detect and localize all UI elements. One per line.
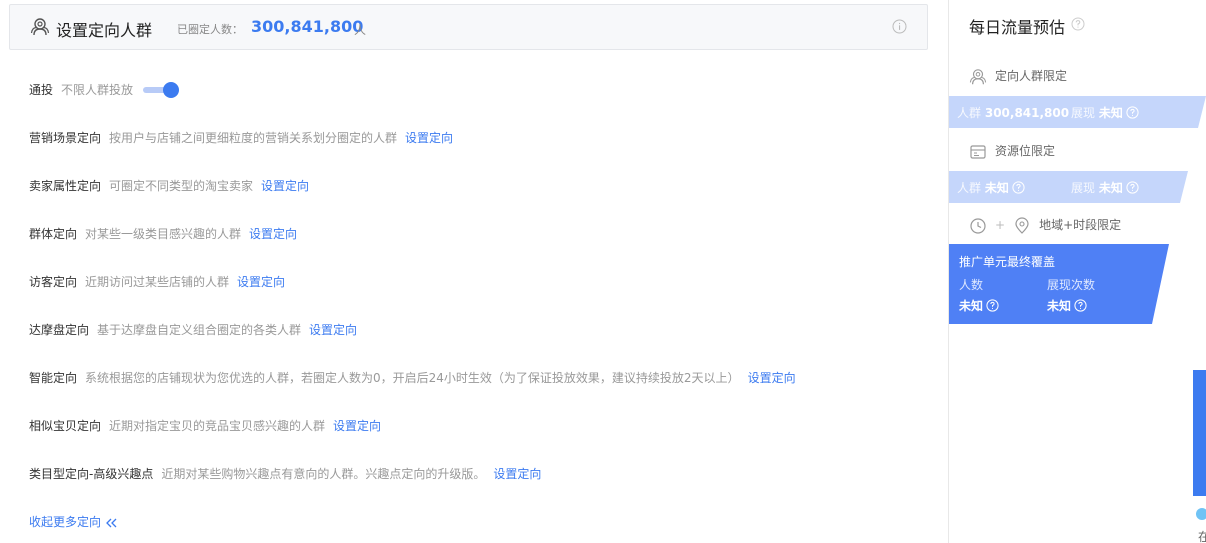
set-target-link[interactable]: 设置定向 — [261, 179, 309, 193]
target-label: 营销场景定向 — [29, 131, 102, 145]
target-row: 相似宝贝定向 近期对指定宝贝的竞品宝贝感兴趣的人群 设置定向 — [29, 417, 381, 435]
help-icon[interactable] — [1126, 106, 1139, 119]
crowd-limit-item: 定向人群限定 — [969, 67, 1067, 85]
target-label: 卖家属性定向 — [29, 179, 102, 193]
set-target-link[interactable]: 设置定向 — [748, 371, 796, 385]
general-delivery-label: 通投 — [29, 83, 54, 97]
target-row: 智能定向 系统根据您的店铺现状为您优选的人群，若圈定人数为0，开启后24小时生效（… — [29, 369, 796, 387]
target-desc: 可圈定不同类型的淘宝卖家 — [109, 179, 254, 193]
help-icon[interactable] — [1126, 181, 1139, 194]
crowd-show-value: 未知 — [1098, 106, 1123, 120]
resource-show-value: 未知 — [1098, 181, 1123, 195]
final-coverage-title: 推广单元最终覆盖 — [959, 255, 1056, 269]
help-icon[interactable] — [986, 299, 999, 312]
set-target-link[interactable]: 设置定向 — [493, 467, 541, 481]
target-label: 群体定向 — [29, 227, 78, 241]
target-row: 群体定向 对某些一级类目感兴趣的人群 设置定向 — [29, 225, 297, 243]
set-target-link[interactable]: 设置定向 — [249, 227, 297, 241]
target-desc: 近期访问过某些店铺的人群 — [85, 275, 230, 289]
set-target-link[interactable]: 设置定向 — [237, 275, 285, 289]
page-title: 设置定向人群 — [56, 21, 153, 40]
set-target-link[interactable]: 设置定向 — [405, 131, 453, 145]
calendar-icon — [970, 144, 986, 159]
plus-sign: + — [995, 218, 1006, 232]
target-desc: 按用户与店铺之间更细粒度的营销关系划分圈定的人群 — [109, 131, 398, 145]
final-people-key: 人数 — [959, 278, 984, 292]
target-row: 访客定向 近期访问过某些店铺的人群 设置定向 — [29, 273, 285, 291]
side-float-text: 在 — [1198, 530, 1206, 543]
location-pin-icon — [1015, 216, 1029, 234]
target-row: 营销场景定向 按用户与店铺之间更细粒度的营销关系划分圈定的人群 设置定向 — [29, 129, 453, 147]
help-icon[interactable] — [1074, 299, 1087, 312]
target-label: 达摩盘定向 — [29, 323, 90, 337]
chat-bubble-icon[interactable] — [1196, 508, 1206, 520]
general-delivery-desc: 不限人群投放 — [61, 83, 134, 97]
targeting-header: 设置定向人群 已圈定人数： 300,841,800 人 — [9, 4, 928, 50]
final-people-value: 未知 — [959, 299, 984, 313]
crowd-limit-label: 定向人群限定 — [995, 69, 1068, 83]
general-delivery-row: 通投 不限人群投放 — [29, 81, 180, 99]
collapse-more-label: 收起更多定向 — [29, 515, 102, 529]
traffic-estimate-title: 每日流量预估 — [969, 18, 1066, 37]
target-label: 相似宝贝定向 — [29, 419, 102, 433]
final-show-key: 展现次数 — [1047, 278, 1096, 292]
clock-icon — [970, 217, 986, 234]
resource-people-key: 人群 — [957, 181, 982, 195]
resource-limit-item: 资源位限定 — [969, 142, 1055, 160]
crowd-icon — [969, 68, 987, 84]
crowd-people-value: 300,841,800 — [984, 106, 1070, 120]
help-icon[interactable] — [1012, 181, 1025, 194]
resource-people-value: 未知 — [984, 181, 1009, 195]
target-label: 智能定向 — [29, 371, 78, 385]
targeting-panel: 设置定向人群 已圈定人数： 300,841,800 人 通投 不限人群投放 营销场… — [0, 0, 948, 543]
final-show-value: 未知 — [1047, 299, 1072, 313]
collapse-more-link[interactable]: 收起更多定向 — [29, 513, 118, 530]
info-icon[interactable] — [892, 19, 907, 34]
resource-limit-band: 人群 未知 展现 未知 — [949, 171, 1188, 203]
target-desc: 系统根据您的店铺现状为您优选的人群，若圈定人数为0，开启后24小时生效（为了保证… — [85, 371, 740, 385]
crowd-show-key: 展现 — [1071, 106, 1096, 120]
set-target-link[interactable]: 设置定向 — [309, 323, 357, 337]
target-label: 类目型定向-高级兴趣点 — [29, 467, 154, 481]
final-coverage-card: 推广单元最终覆盖 人数 展现次数 未知 未知 — [949, 244, 1171, 324]
resource-limit-label: 资源位限定 — [995, 144, 1056, 158]
side-float-panel[interactable] — [1193, 370, 1206, 496]
target-desc: 近期对某些购物兴趣点有意向的人群。兴趣点定向的升级版。 — [161, 467, 486, 481]
region-time-label: 地域+时段限定 — [1039, 218, 1122, 232]
general-delivery-toggle[interactable] — [143, 81, 180, 98]
target-row: 卖家属性定向 可圈定不同类型的淘宝卖家 设置定向 — [29, 177, 309, 195]
selected-count-value: 300,841,800 — [251, 17, 364, 36]
selected-count-unit: 人 — [354, 23, 367, 37]
crowd-people-key: 人群 — [957, 106, 982, 120]
set-target-link[interactable]: 设置定向 — [333, 419, 381, 433]
target-row: 类目型定向-高级兴趣点 近期对某些购物兴趣点有意向的人群。兴趣点定向的升级版。 设置… — [29, 465, 541, 483]
crowd-icon — [30, 18, 50, 36]
target-desc: 近期对指定宝贝的竞品宝贝感兴趣的人群 — [109, 419, 326, 433]
target-label: 访客定向 — [29, 275, 78, 289]
target-row: 达摩盘定向 基于达摩盘自定义组合圈定的各类人群 设置定向 — [29, 321, 357, 339]
traffic-estimate-panel: 每日流量预估 定向人群限定 人群 300,841,800 展现 未知 资源位限定… — [948, 0, 1206, 543]
target-desc: 对某些一级类目感兴趣的人群 — [85, 227, 242, 241]
region-time-item: + 地域+时段限定 — [969, 216, 1121, 234]
target-desc: 基于达摩盘自定义组合圈定的各类人群 — [97, 323, 302, 337]
help-icon[interactable] — [1071, 17, 1085, 31]
resource-show-key: 展现 — [1071, 181, 1096, 195]
crowd-limit-band: 人群 300,841,800 展现 未知 — [949, 96, 1206, 128]
double-chevron-left-icon — [105, 518, 117, 527]
selected-count-label: 已圈定人数： — [177, 23, 243, 36]
